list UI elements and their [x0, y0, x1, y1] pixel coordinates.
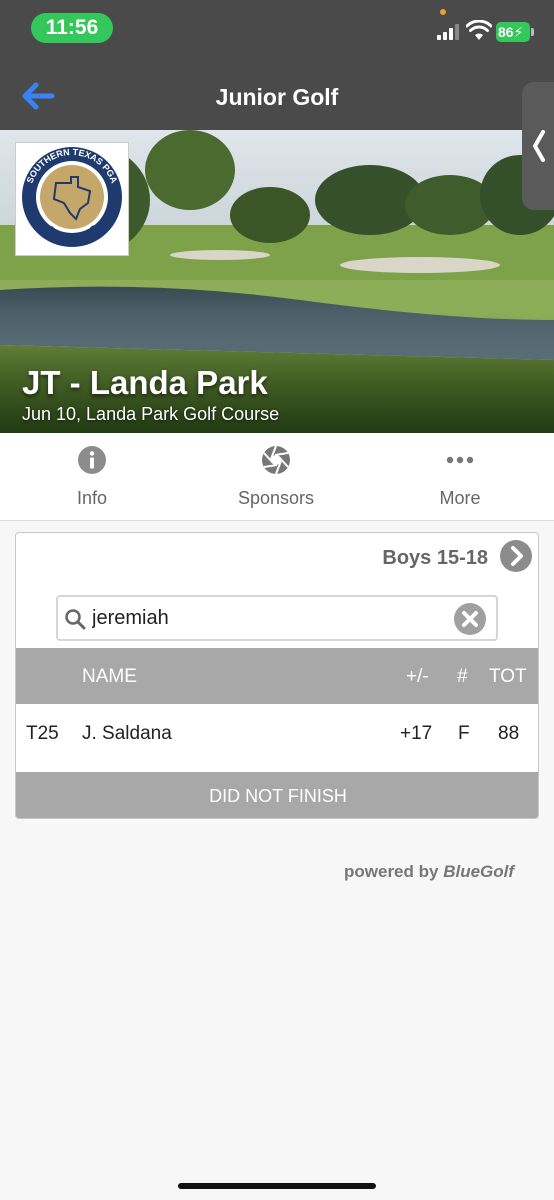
privacy-indicator-dot [440, 9, 446, 15]
table-header: NAME +/- # TOT [16, 648, 538, 704]
tour-logo: SOUTHERN TEXAS PGA JUNIOR GOLF [15, 142, 129, 256]
event-title: JT - Landa Park [22, 364, 268, 401]
powered-prefix: powered by [344, 862, 439, 881]
battery-indicator: 86⚡ [496, 22, 534, 42]
player-search-box [56, 595, 498, 641]
col-to-par: +/- [406, 666, 429, 687]
row-total: 88 [498, 723, 520, 744]
row-hole: F [458, 723, 470, 744]
tab-more[interactable]: More [368, 433, 552, 521]
tab-sponsors-label: Sponsors [237, 488, 315, 508]
tab-bar: Info Sponsors More [0, 433, 554, 521]
division-selector-label[interactable]: Boys 15-18 [382, 547, 488, 570]
tab-more-label: More [439, 488, 481, 508]
top-bar: 11:56 86⚡ Junior Golf [0, 0, 554, 130]
chevron-left-icon [532, 130, 545, 162]
col-hole: # [457, 666, 468, 687]
row-to-par: +17 [400, 723, 433, 744]
home-indicator[interactable] [178, 1183, 376, 1189]
cellular-signal-icon [437, 24, 459, 40]
did-not-finish-banner: DID NOT FINISH [16, 772, 538, 818]
event-subtitle: Jun 10, Landa Park Golf Course [22, 404, 280, 424]
event-hero: SOUTHERN TEXAS PGA JUNIOR GOLF JT - Land… [0, 130, 554, 433]
aperture-icon [262, 445, 290, 475]
pga-emblem-icon: SOUTHERN TEXAS PGA JUNIOR GOLF [22, 147, 122, 247]
powered-brand: BlueGolf [443, 862, 515, 881]
tab-info-label: Info [76, 488, 108, 508]
row-player-name[interactable]: J. Saldana [82, 723, 172, 745]
close-icon [462, 611, 478, 627]
col-name: NAME [82, 666, 137, 687]
row-position: T25 [26, 723, 59, 744]
search-icon [65, 609, 86, 630]
table-row[interactable]: T25 J. Saldana +17 F 88 [16, 704, 538, 772]
tab-info[interactable]: Info [0, 433, 184, 521]
more-dots-icon [446, 456, 474, 464]
clear-search-button[interactable] [454, 603, 486, 635]
battery-level: 86 [498, 24, 514, 40]
search-input[interactable] [92, 601, 442, 635]
page-title: Junior Golf [215, 84, 339, 110]
leaderboard-card: Boys 15-18 NAME +/- # TOT T25 J. Saldana… [15, 532, 539, 819]
wifi-icon [466, 20, 492, 40]
side-drawer-handle[interactable] [522, 82, 554, 210]
info-icon [78, 446, 106, 474]
status-time: 11:56 [31, 13, 113, 43]
chevron-right-icon [511, 546, 523, 566]
tab-sponsors[interactable]: Sponsors [184, 433, 368, 521]
division-next-button[interactable] [500, 540, 532, 572]
col-total: TOT [489, 666, 527, 687]
powered-by[interactable]: powered by BlueGolf [344, 862, 514, 882]
